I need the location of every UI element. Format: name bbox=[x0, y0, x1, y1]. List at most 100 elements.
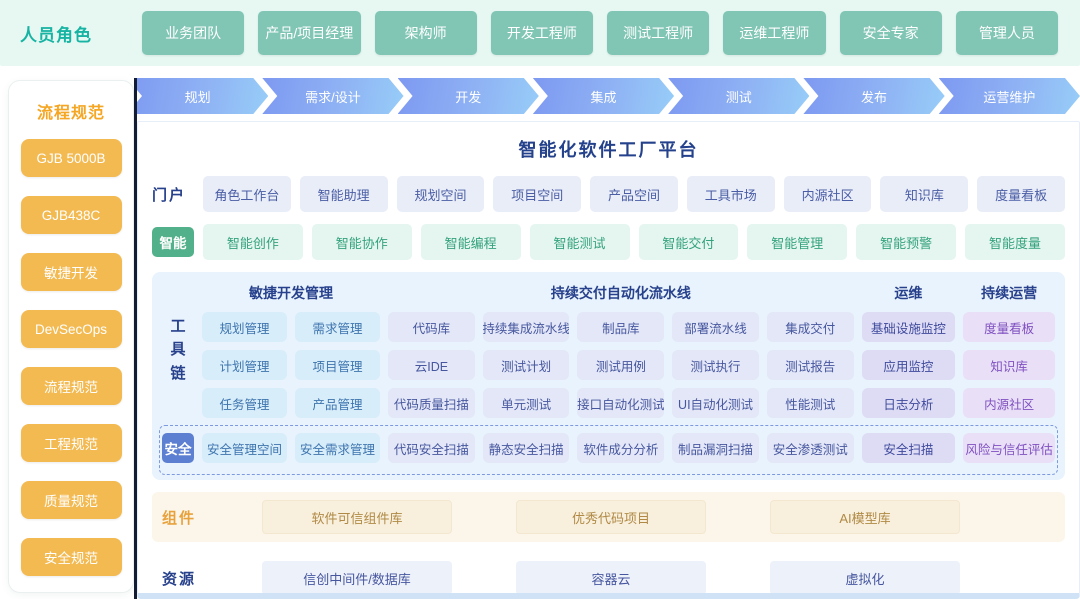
spec-button-agile-dev[interactable]: 敏捷开发 bbox=[21, 253, 122, 291]
ai-button-collaboration[interactable]: 智能协作 bbox=[312, 224, 412, 260]
tool-button-security-requirement-mgmt[interactable]: 安全需求管理 bbox=[295, 433, 380, 463]
tool-button-test-case[interactable]: 测试用例 bbox=[577, 350, 664, 380]
tool-button-artifact-vulnerability-scan[interactable]: 制品漏洞扫描 bbox=[672, 433, 759, 463]
stage-arrow-develop: 开发 bbox=[398, 78, 539, 114]
component-button-excellent-code-projects[interactable]: 优秀代码项目 bbox=[516, 500, 706, 534]
stage-arrow-plan: 规划 bbox=[137, 78, 268, 114]
resource-button-virtualization[interactable]: 虚拟化 bbox=[770, 561, 960, 595]
resource-button-xinchuang-middleware-db[interactable]: 信创中间件/数据库 bbox=[262, 561, 452, 595]
tool-button-task-mgmt[interactable]: 任务管理 bbox=[202, 388, 287, 418]
tool-button-test-execution[interactable]: 测试执行 bbox=[672, 350, 759, 380]
portal-button-innersource-community[interactable]: 内源社区 bbox=[784, 176, 872, 212]
tool-button-ci-pipeline[interactable]: 持续集成流水线 bbox=[483, 312, 570, 342]
tool-button-metrics-dashboard[interactable]: 度量看板 bbox=[963, 312, 1055, 342]
ai-badge: 智能 bbox=[152, 227, 194, 257]
stage-arrow-test: 测试 bbox=[668, 78, 809, 114]
ai-button-creation[interactable]: 智能创作 bbox=[203, 224, 303, 260]
tool-button-performance-test[interactable]: 性能测试 bbox=[767, 388, 854, 418]
resources-band: 资源 信创中间件/数据库 容器云 虚拟化 bbox=[152, 553, 1065, 599]
component-button-ai-model-library[interactable]: AI模型库 bbox=[770, 500, 960, 534]
resources-label: 资源 bbox=[162, 568, 206, 589]
portal-button-knowledge-base[interactable]: 知识库 bbox=[880, 176, 968, 212]
spec-button-security-spec[interactable]: 安全规范 bbox=[21, 538, 122, 576]
ai-button-coding[interactable]: 智能编程 bbox=[421, 224, 521, 260]
portal-button-ai-assistant[interactable]: 智能助理 bbox=[300, 176, 388, 212]
header-agile-management: 敏捷开发管理 bbox=[202, 283, 380, 303]
ai-row: 智能 智能创作 智能协作 智能编程 智能测试 智能交付 智能管理 智能预警 智能… bbox=[152, 224, 1065, 260]
tool-button-test-plan[interactable]: 测试计划 bbox=[483, 350, 570, 380]
tool-button-test-report[interactable]: 测试报告 bbox=[767, 350, 854, 380]
tool-button-plan-mgmt[interactable]: 规划管理 bbox=[202, 312, 287, 342]
platform-panel: 智能化软件工厂平台 门户 角色工作台 智能助理 规划空间 项目空间 产品空间 工… bbox=[137, 121, 1080, 599]
tool-button-ui-automation-test[interactable]: UI自动化测试 bbox=[672, 388, 759, 418]
role-button-architect[interactable]: 架构师 bbox=[375, 11, 477, 55]
tool-button-api-automation-test[interactable]: 接口自动化测试 bbox=[577, 388, 664, 418]
spec-button-quality-spec[interactable]: 质量规范 bbox=[21, 481, 122, 519]
ai-button-metrics[interactable]: 智能度量 bbox=[965, 224, 1065, 260]
tool-button-code-quality-scan[interactable]: 代码质量扫描 bbox=[388, 388, 475, 418]
spec-button-gjb438c[interactable]: GJB438C bbox=[21, 196, 122, 234]
portal-button-tool-market[interactable]: 工具市场 bbox=[687, 176, 775, 212]
component-button-trusted-component-library[interactable]: 软件可信组件库 bbox=[262, 500, 452, 534]
roles-band: 人员角色 业务团队 产品/项目经理 架构师 开发工程师 测试工程师 运维工程师 … bbox=[0, 0, 1080, 66]
tool-button-security-mgmt-space[interactable]: 安全管理空间 bbox=[202, 433, 287, 463]
header-ops: 运维 bbox=[862, 283, 956, 303]
tool-button-code-repo[interactable]: 代码库 bbox=[388, 312, 475, 342]
ai-button-testing[interactable]: 智能测试 bbox=[530, 224, 630, 260]
main-column: 规划 需求/设计 开发 集成 测试 发布 运营维护 智能化软件工厂平台 门户 角… bbox=[134, 78, 1080, 599]
toolchain-section: 工 具 链 敏捷开发管理 持续交付自动化流水线 运维 持续运营 规划管理 需求管… bbox=[152, 272, 1065, 480]
tool-button-product-mgmt[interactable]: 产品管理 bbox=[295, 388, 380, 418]
tool-button-artifact-repo[interactable]: 制品库 bbox=[577, 312, 664, 342]
tool-button-knowledge-base[interactable]: 知识库 bbox=[963, 350, 1055, 380]
stage-arrow-operate-maintain: 运营维护 bbox=[939, 78, 1080, 114]
spec-button-gjb5000b[interactable]: GJB 5000B bbox=[21, 139, 122, 177]
components-label: 组件 bbox=[162, 507, 206, 528]
role-button-business-team[interactable]: 业务团队 bbox=[142, 11, 244, 55]
role-button-security-expert[interactable]: 安全专家 bbox=[840, 11, 942, 55]
process-spec-sidebar: 流程规范 GJB 5000B GJB438C 敏捷开发 DevSecOps 流程… bbox=[8, 80, 134, 593]
spec-button-engineering-spec[interactable]: 工程规范 bbox=[21, 424, 122, 462]
tool-button-software-composition-analysis[interactable]: 软件成分分析 bbox=[577, 433, 664, 463]
tool-button-innersource-community[interactable]: 内源社区 bbox=[963, 388, 1055, 418]
tool-button-security-scan[interactable]: 安全扫描 bbox=[862, 433, 956, 463]
portal-button-role-workbench[interactable]: 角色工作台 bbox=[203, 176, 291, 212]
ai-button-management[interactable]: 智能管理 bbox=[747, 224, 847, 260]
role-button-test-engineer[interactable]: 测试工程师 bbox=[607, 11, 709, 55]
stage-arrow-release: 发布 bbox=[803, 78, 944, 114]
spec-button-devsecops[interactable]: DevSecOps bbox=[21, 310, 122, 348]
tool-button-app-monitoring[interactable]: 应用监控 bbox=[862, 350, 956, 380]
components-band: 组件 软件可信组件库 优秀代码项目 AI模型库 bbox=[152, 492, 1065, 542]
resource-button-container-cloud[interactable]: 容器云 bbox=[516, 561, 706, 595]
toolchain-label: 工 具 链 bbox=[170, 315, 185, 385]
tool-button-code-security-scan[interactable]: 代码安全扫描 bbox=[388, 433, 475, 463]
spec-button-process-spec[interactable]: 流程规范 bbox=[21, 367, 122, 405]
role-button-manager[interactable]: 管理人员 bbox=[956, 11, 1058, 55]
tool-button-penetration-test[interactable]: 安全渗透测试 bbox=[767, 433, 854, 463]
portal-button-product-space[interactable]: 产品空间 bbox=[590, 176, 678, 212]
ai-button-delivery[interactable]: 智能交付 bbox=[639, 224, 739, 260]
tool-button-requirement-mgmt[interactable]: 需求管理 bbox=[295, 312, 380, 342]
tool-button-risk-trust-assessment[interactable]: 风险与信任评估 bbox=[963, 433, 1055, 463]
portal-button-project-space[interactable]: 项目空间 bbox=[493, 176, 581, 212]
lifecycle-flow: 规划 需求/设计 开发 集成 测试 发布 运营维护 bbox=[137, 78, 1080, 114]
portal-button-plan-space[interactable]: 规划空间 bbox=[397, 176, 485, 212]
platform-title: 智能化软件工厂平台 bbox=[152, 136, 1065, 162]
tool-button-deploy-pipeline[interactable]: 部署流水线 bbox=[672, 312, 759, 342]
ai-button-alerting[interactable]: 智能预警 bbox=[856, 224, 956, 260]
role-button-dev-engineer[interactable]: 开发工程师 bbox=[491, 11, 593, 55]
role-button-product-manager[interactable]: 产品/项目经理 bbox=[258, 11, 360, 55]
portal-row: 门户 角色工作台 智能助理 规划空间 项目空间 产品空间 工具市场 内源社区 知… bbox=[152, 176, 1065, 212]
stage-arrow-requirements-design: 需求/设计 bbox=[262, 78, 403, 114]
tool-button-project-mgmt[interactable]: 项目管理 bbox=[295, 350, 380, 380]
tool-button-log-analysis[interactable]: 日志分析 bbox=[862, 388, 956, 418]
tool-button-unit-test[interactable]: 单元测试 bbox=[483, 388, 570, 418]
tool-button-cloud-ide[interactable]: 云IDE bbox=[388, 350, 475, 380]
role-button-ops-engineer[interactable]: 运维工程师 bbox=[723, 11, 825, 55]
security-badge: 安全 bbox=[162, 433, 194, 463]
tool-button-schedule-mgmt[interactable]: 计划管理 bbox=[202, 350, 287, 380]
portal-button-metrics-dashboard[interactable]: 度量看板 bbox=[977, 176, 1065, 212]
tool-button-infra-monitoring[interactable]: 基础设施监控 bbox=[862, 312, 956, 342]
tool-button-integrated-delivery[interactable]: 集成交付 bbox=[767, 312, 854, 342]
tool-button-static-security-scan[interactable]: 静态安全扫描 bbox=[483, 433, 570, 463]
roles-title: 人员角色 bbox=[20, 21, 128, 46]
